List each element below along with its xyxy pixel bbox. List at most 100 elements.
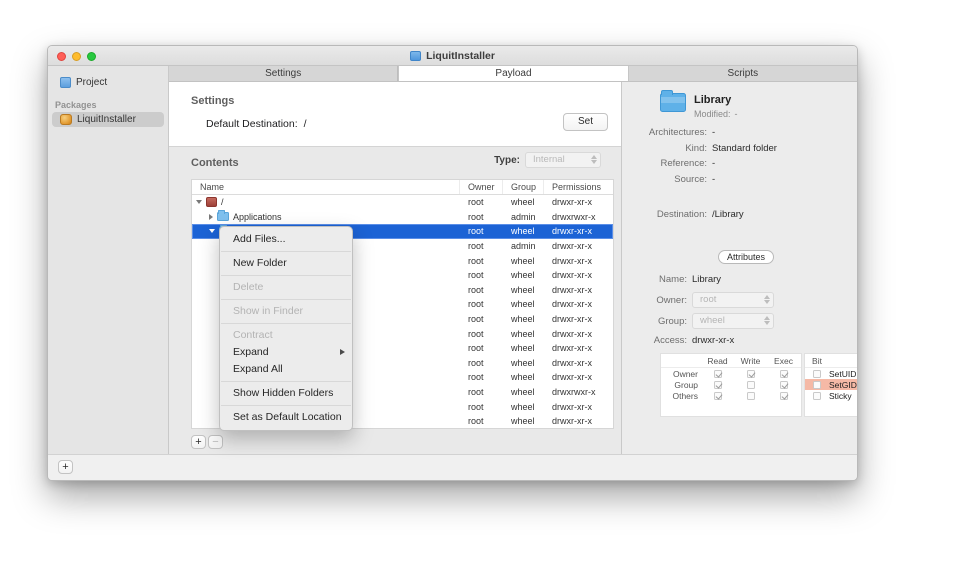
menu-item-new-folder[interactable]: New Folder (220, 255, 352, 272)
cell-group: wheel (503, 283, 544, 298)
project-icon (60, 77, 71, 88)
permissions-grid: ReadWriteExecOwnerGroupOthers BitSetUIDS… (660, 353, 858, 417)
write-checkbox[interactable] (747, 392, 755, 400)
cell-group: wheel (503, 399, 544, 414)
tab-scripts[interactable]: Scripts (629, 66, 857, 81)
exec-checkbox[interactable] (780, 392, 788, 400)
cell-permissions: drwxr-xr-x (544, 312, 613, 327)
disclosure-down-icon[interactable] (209, 229, 215, 233)
attributes-button[interactable]: Attributes (718, 250, 774, 264)
field-destination: Destination:/Library (622, 209, 849, 220)
modified-row: Modified: - (694, 109, 738, 119)
sticky-checkbox[interactable] (813, 392, 821, 400)
perm-row-group: Group (661, 379, 801, 390)
folder-icon (660, 93, 686, 112)
table-row-applications[interactable]: Applicationsrootadmindrwxrwxr-x (192, 210, 613, 225)
minimize-window-button[interactable] (72, 52, 81, 61)
group-select[interactable]: wheel (692, 313, 774, 329)
cell-permissions: drwxr-xr-x (544, 414, 613, 429)
item-name: / (221, 197, 224, 207)
read-checkbox[interactable] (714, 392, 722, 400)
exec-checkbox[interactable] (780, 381, 788, 389)
desktop: LiquitInstaller Project Packages LiquitI… (0, 0, 964, 578)
titlebar: LiquitInstaller (48, 46, 857, 66)
menu-separator (221, 381, 351, 382)
cell-permissions: drwxr-xr-x (544, 370, 613, 385)
field-kind: Kind:Standard folder (622, 143, 849, 154)
write-checkbox[interactable] (747, 370, 755, 378)
perm-row-label: Others (661, 391, 701, 401)
cell-permissions: drwxr-xr-x (544, 399, 613, 414)
sidebar-item-liquitinstaller[interactable]: LiquitInstaller (52, 112, 164, 127)
cell-group: wheel (503, 370, 544, 385)
table-row-[interactable]: /rootwheeldrwxr-xr-x (192, 195, 613, 210)
group-row: Group: wheel (622, 313, 774, 329)
bit-label: SetGID (829, 379, 857, 390)
cell-group: wheel (503, 385, 544, 400)
column-header-name[interactable]: Name (192, 180, 460, 194)
field-value: /Library (712, 209, 744, 220)
cell-permissions: drwxr-xr-x (544, 283, 613, 298)
cell-permissions: drwxrwxr-x (544, 385, 613, 400)
menu-item-show-hidden-folders[interactable]: Show Hidden Folders (220, 385, 352, 402)
perm-row-label: Group (661, 380, 701, 390)
field-label: Source: (622, 174, 707, 185)
cell-owner: root (460, 195, 503, 210)
add-package-button[interactable]: + (58, 460, 73, 474)
perm-row-owner: Owner (661, 368, 801, 379)
tab-settings[interactable]: Settings (169, 66, 398, 81)
grid-header-bit: Bit (805, 356, 829, 366)
menu-item-expand-all[interactable]: Expand All (220, 361, 352, 378)
column-header-owner[interactable]: Owner (460, 180, 503, 194)
bit-row-sticky: Sticky (805, 390, 857, 401)
app-window: LiquitInstaller Project Packages LiquitI… (47, 45, 858, 481)
column-header-permissions[interactable]: Permissions (544, 180, 613, 194)
cell-name: / (192, 195, 460, 210)
folder-icon (217, 212, 229, 221)
contents-table-buttons: + − (191, 435, 223, 449)
setgid-checkbox[interactable] (813, 381, 821, 389)
write-checkbox[interactable] (747, 381, 755, 389)
zoom-window-button[interactable] (87, 52, 96, 61)
cell-group: admin (503, 239, 544, 254)
menu-item-set-as-default-location[interactable]: Set as Default Location (220, 409, 352, 426)
owner-label: Owner: (622, 295, 687, 306)
perm-row-label: Owner (661, 369, 701, 379)
grid-header-read: Read (701, 356, 734, 366)
exec-checkbox[interactable] (780, 370, 788, 378)
menu-item-delete: Delete (220, 279, 352, 296)
cell-permissions: drwxr-xr-x (544, 326, 613, 341)
disclosure-right-icon[interactable] (209, 214, 213, 220)
cell-group: wheel (503, 195, 544, 210)
bottom-bar: + (48, 454, 857, 480)
cell-owner: root (460, 414, 503, 429)
set-button[interactable]: Set (563, 113, 608, 131)
read-checkbox[interactable] (714, 370, 722, 378)
default-destination-label: Default Destination: (206, 118, 298, 130)
owner-select[interactable]: root (692, 292, 774, 308)
remove-item-button[interactable]: − (208, 435, 223, 449)
cell-group: wheel (503, 297, 544, 312)
settings-panel: Settings Default Destination: / Set (169, 82, 621, 147)
cell-group: wheel (503, 253, 544, 268)
inspector-fields: Architectures:-Kind:Standard folderRefer… (622, 127, 849, 224)
column-header-group[interactable]: Group (503, 180, 544, 194)
cell-group: wheel (503, 326, 544, 341)
menu-item-expand[interactable]: Expand (220, 344, 352, 361)
tab-bar: SettingsPayloadScripts (169, 66, 857, 82)
field-value: - (712, 127, 715, 138)
sidebar-item-project[interactable]: Project (48, 75, 168, 90)
close-window-button[interactable] (57, 52, 66, 61)
type-select[interactable]: Internal (525, 152, 601, 168)
add-item-button[interactable]: + (191, 435, 206, 449)
setuid-checkbox[interactable] (813, 370, 821, 378)
package-icon (60, 114, 72, 125)
cell-permissions: drwxr-xr-x (544, 253, 613, 268)
menu-item-add-files[interactable]: Add Files... (220, 231, 352, 248)
disclosure-down-icon[interactable] (196, 200, 202, 204)
tab-payload[interactable]: Payload (398, 66, 628, 81)
access-label: Access: (622, 335, 687, 346)
cell-permissions: drwxr-xr-x (544, 341, 613, 356)
cell-owner: root (460, 239, 503, 254)
read-checkbox[interactable] (714, 381, 722, 389)
